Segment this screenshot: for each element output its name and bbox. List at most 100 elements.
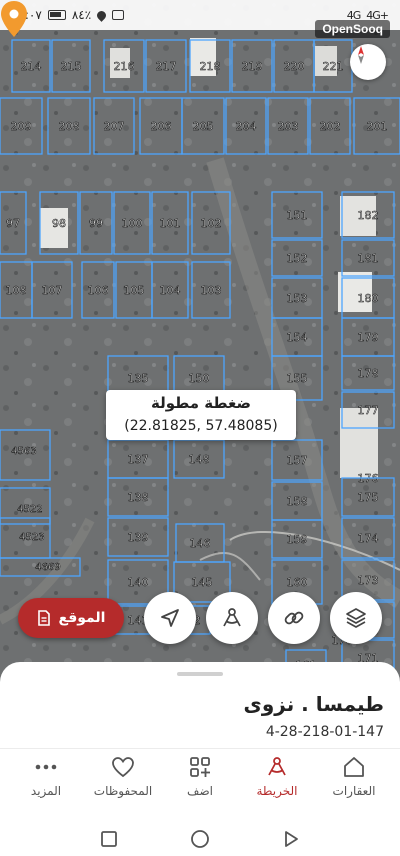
recents-icon[interactable]: [100, 830, 118, 848]
parcel-label: 219: [242, 60, 263, 73]
parcel-label: 151: [287, 209, 308, 222]
link-icon: [284, 611, 304, 625]
map-icon: [264, 754, 290, 780]
parcel-label: 180: [358, 292, 379, 305]
parcel-label: 202: [320, 120, 341, 133]
map-action-row: الموقع: [0, 592, 400, 648]
parcel-label: 206: [151, 120, 172, 133]
opensooq-logo: OpenSooq: [315, 20, 390, 38]
navigate-button[interactable]: [144, 592, 196, 644]
location-pin-icon[interactable]: [0, 0, 28, 38]
back-icon[interactable]: [282, 830, 300, 848]
nav-more-label: المزيد: [30, 784, 62, 798]
nav-saved-label: المحفوظات: [93, 784, 153, 798]
home-icon: [341, 754, 367, 780]
parcel-label: 159: [287, 533, 308, 546]
layers-button[interactable]: [330, 592, 382, 644]
parcel-label: 182: [358, 209, 379, 222]
nav-properties[interactable]: العقارات: [316, 754, 392, 810]
parcel-label: 139: [128, 531, 149, 544]
location-button[interactable]: الموقع: [18, 598, 124, 638]
nav-saved[interactable]: المحفوظات: [85, 754, 161, 810]
parcel-label: 4522: [17, 504, 42, 515]
parcel-label: 137: [128, 453, 149, 466]
tooltip-coordinates: (22.81825, 57.48085): [124, 418, 278, 434]
parcel-label: 4669: [35, 562, 60, 573]
parcel-label: 217: [156, 60, 177, 73]
parcel-label: 214: [21, 60, 42, 73]
place-name: طيمسا . نزوى: [243, 692, 384, 716]
bottom-navigation: المزيد المحفوظات اضف الخريطة العقارات: [0, 754, 400, 810]
nav-map[interactable]: الخريطة: [239, 754, 315, 810]
parcel-label: 209: [11, 120, 32, 133]
location-button-label: الموقع: [58, 610, 106, 626]
long-press-tooltip: ضغطة مطولة (22.81825, 57.48085): [106, 390, 296, 440]
plot-number: 4-28-218-01-147: [265, 724, 384, 740]
compass-button[interactable]: [350, 44, 386, 80]
parcel-label: 101: [160, 217, 181, 230]
parcel-label: 108: [6, 284, 27, 297]
parcel-label: 140: [128, 576, 149, 589]
location-status-icon: [95, 8, 109, 22]
parcel-label: 102: [201, 217, 222, 230]
parcel-label: 100: [122, 217, 143, 230]
parcel-label: 104: [160, 284, 181, 297]
measure-icon: [223, 608, 241, 627]
home-system-icon[interactable]: [190, 829, 210, 849]
nav-properties-label: العقارات: [332, 784, 376, 798]
parcel-label: 97: [6, 217, 20, 230]
measure-button[interactable]: [206, 592, 258, 644]
nav-more[interactable]: المزيد: [8, 754, 84, 810]
parcel-label: 4523: [19, 532, 44, 543]
system-navigation: [0, 822, 400, 856]
parcel-label: 203: [278, 120, 299, 133]
parcel-label: 215: [61, 60, 82, 73]
status-left: ١٥:٠٧ ٨٤٪: [12, 8, 125, 22]
parcel-label: 204: [236, 120, 257, 133]
notification-icon: [112, 10, 125, 20]
document-icon: [37, 610, 50, 626]
navigate-icon: [161, 609, 179, 627]
compass-icon: [358, 46, 364, 64]
parcel-label: 181: [358, 252, 379, 265]
parcel-label: 150: [189, 372, 210, 385]
parcel-label: 175: [358, 491, 379, 504]
parcel-label: 107: [42, 284, 63, 297]
parcel-label: 145: [192, 576, 213, 589]
heart-icon: [110, 754, 136, 780]
parcel-label: 154: [287, 331, 308, 344]
parcel-label: 208: [59, 120, 80, 133]
parcel-label: 98: [52, 217, 66, 230]
divider: [0, 748, 400, 749]
parcel-label: 146: [190, 537, 211, 550]
parcel-label: 135: [128, 372, 149, 385]
bottom-sheet[interactable]: طيمسا . نزوى 4-28-218-01-147 المزيد المح…: [0, 662, 400, 856]
battery-icon: [47, 10, 66, 20]
parcel-label: 158: [287, 495, 308, 508]
parcel-label: 205: [193, 120, 214, 133]
parcel-label: 177: [358, 404, 379, 417]
parcel-label: 220: [284, 60, 305, 73]
parcel-label: 152: [287, 252, 308, 265]
parcel-label: 218: [200, 60, 221, 73]
more-icon: [33, 754, 59, 780]
parcel-label: 99: [89, 217, 103, 230]
add-icon: [187, 754, 213, 780]
parcel-label: 106: [88, 284, 109, 297]
share-link-button[interactable]: [268, 592, 320, 644]
sheet-drag-handle[interactable]: [177, 672, 223, 676]
layers-icon: [346, 608, 366, 628]
parcel-label: 153: [287, 292, 308, 305]
nav-add[interactable]: اضف: [162, 754, 238, 810]
map-view[interactable]: 214 215 216 217 218 219 220 221 209 208 207 206 205 2…: [0, 0, 400, 690]
nav-add-label: اضف: [187, 784, 213, 798]
parcel-label: 160: [287, 576, 308, 589]
parcel-grid: 214 215 216 217 218 219 220 221 209 208 207 206 205 2…: [0, 39, 400, 681]
parcel-label: 216: [114, 60, 135, 73]
parcel-label: 174: [358, 532, 379, 545]
parcel-label: 155: [287, 372, 308, 385]
parcel-label: 179: [358, 331, 379, 344]
nav-map-label: الخريطة: [256, 784, 298, 798]
parcel-label: 201: [367, 120, 388, 133]
parcel-label: 173: [358, 574, 379, 587]
